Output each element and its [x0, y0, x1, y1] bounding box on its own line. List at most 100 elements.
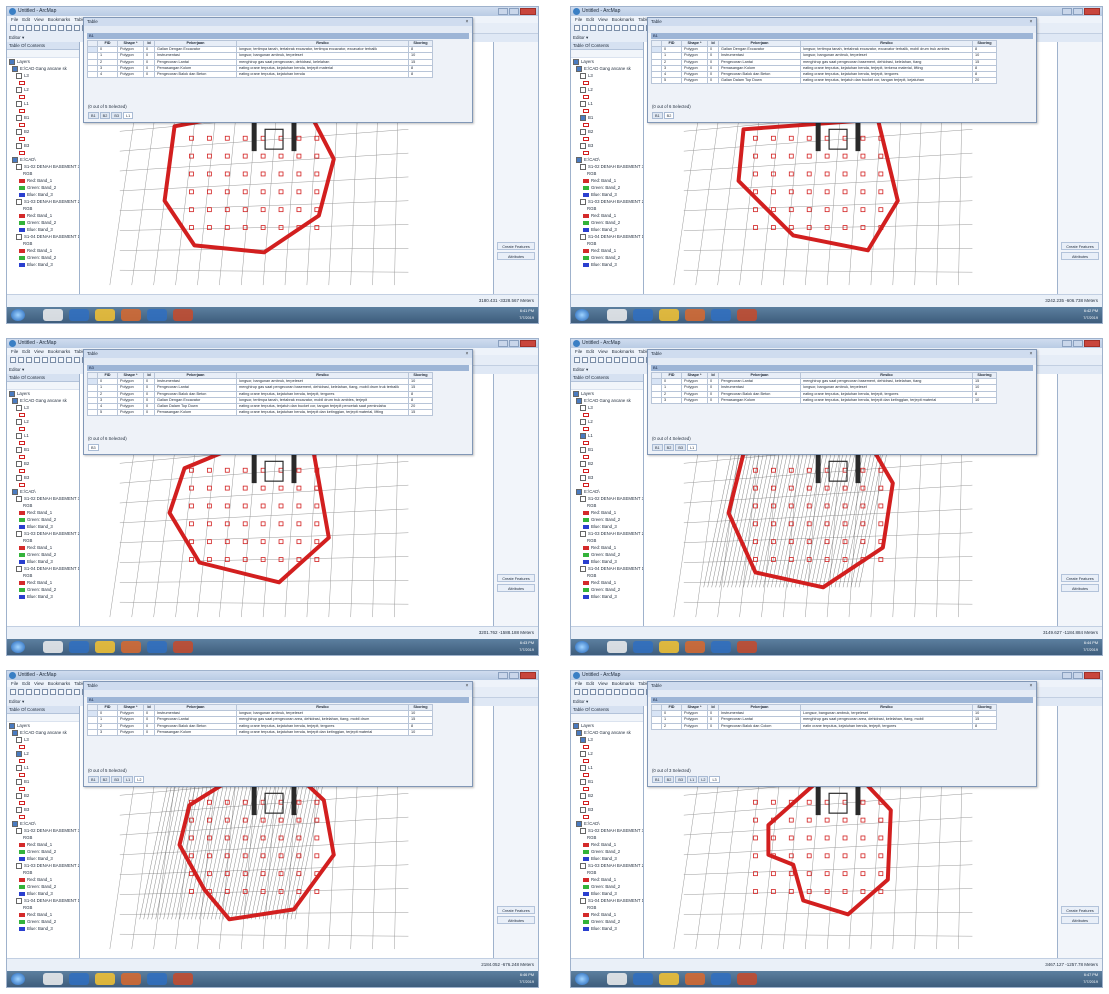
- toc-layer-row[interactable]: S1-03 DENAH BASEMENT 2: [7, 530, 79, 537]
- layer-checkbox[interactable]: [576, 156, 582, 163]
- close-button[interactable]: [1084, 8, 1100, 15]
- ie-icon[interactable]: [659, 973, 679, 985]
- toc-layer-row[interactable]: [7, 425, 79, 432]
- toc-layer-row[interactable]: RGB: [7, 170, 79, 177]
- start-button[interactable]: [575, 641, 589, 653]
- toc-layer-row[interactable]: Red: Band_1: [7, 509, 79, 516]
- chrome-icon[interactable]: [121, 973, 141, 985]
- toolbar-tool-icon[interactable]: [42, 689, 48, 695]
- toc-layer-row[interactable]: RGB: [7, 502, 79, 509]
- toc-layer-row[interactable]: [7, 799, 79, 806]
- minimize-button[interactable]: [1062, 672, 1072, 679]
- toolbar-tool-icon[interactable]: [74, 357, 80, 363]
- toc-layer-row[interactable]: RGB: [571, 904, 643, 911]
- table-row[interactable]: 4 Polygon 0 Pengecoran Balok dan Beton eatin…: [87, 70, 433, 79]
- toc-layer-row[interactable]: Green: Band_2: [7, 184, 79, 191]
- toc-layer-row[interactable]: RGB: [7, 537, 79, 544]
- layer-checkbox[interactable]: [580, 418, 586, 425]
- toolbar-tool-icon[interactable]: [598, 357, 604, 363]
- toc-layer-row[interactable]: Green: Band_2: [571, 254, 643, 261]
- toolbar-tool-icon[interactable]: [582, 357, 588, 363]
- toc-layer-row[interactable]: Blue: Band_3: [7, 593, 79, 600]
- toc-layer-row[interactable]: [571, 799, 643, 806]
- editor-menu[interactable]: Editor ▾: [573, 697, 588, 706]
- toc-layer-row[interactable]: B1: [7, 778, 79, 785]
- toc-layer-row[interactable]: Layers: [571, 722, 643, 729]
- toc-layer-row[interactable]: [7, 121, 79, 128]
- toc-layer-row[interactable]: Red: Band_1: [7, 177, 79, 184]
- toc-layer-row[interactable]: S1-02 DENAH BASEMENT 3: [7, 495, 79, 502]
- toolbar-tool-icon[interactable]: [614, 25, 620, 31]
- editor-menu[interactable]: Editor ▾: [573, 365, 588, 374]
- toc-layer-row[interactable]: RGB: [571, 205, 643, 212]
- layer-checkbox[interactable]: [580, 474, 586, 481]
- toc-layer-row[interactable]: S1-04 DENAH BASEMENT 1: [7, 233, 79, 240]
- layer-checkbox[interactable]: [16, 198, 22, 205]
- firefox-icon[interactable]: [737, 641, 757, 653]
- toc-layer-row[interactable]: Red: Band_1: [7, 579, 79, 586]
- firefox-icon[interactable]: [173, 309, 193, 321]
- attributes-button[interactable]: Attributes: [497, 252, 535, 260]
- maximize-button[interactable]: [1073, 340, 1083, 347]
- toc-layer-row[interactable]: RGB: [7, 869, 79, 876]
- toolbar-tool-icon[interactable]: [638, 357, 644, 363]
- toc-layer-row[interactable]: Green: Band_2: [571, 883, 643, 890]
- toc-layer-row[interactable]: Green: Band_2: [571, 848, 643, 855]
- chrome-icon[interactable]: [121, 641, 141, 653]
- table-tab[interactable]: L1: [686, 776, 698, 783]
- layer-checkbox[interactable]: [580, 142, 586, 149]
- table-tab[interactable]: B2: [663, 776, 675, 783]
- toc-layer-row[interactable]: L2: [7, 418, 79, 425]
- toc-layer-row[interactable]: S1-04 DENAH BASEMENT 1: [7, 897, 79, 904]
- layer-checkbox[interactable]: [576, 488, 582, 495]
- layer-checkbox[interactable]: [16, 778, 22, 785]
- toc-layer-row[interactable]: Blue: Band_3: [7, 890, 79, 897]
- table-tab[interactable]: L2: [134, 776, 145, 783]
- toolbar-tool-icon[interactable]: [638, 689, 644, 695]
- toolbar-tool-icon[interactable]: [574, 357, 580, 363]
- toc-layer-row[interactable]: L1: [571, 432, 643, 439]
- layer-checkbox[interactable]: [16, 114, 22, 121]
- toc-layer-row[interactable]: Red: Band_1: [571, 177, 643, 184]
- media-player-icon[interactable]: [633, 973, 653, 985]
- toc-layer-row[interactable]: RGB: [571, 834, 643, 841]
- menu-item[interactable]: Edit: [22, 348, 30, 355]
- toc-layer-row[interactable]: E:\CAD Gang ancane sk: [7, 397, 79, 404]
- toc-layer-row[interactable]: Red: Band_1: [571, 544, 643, 551]
- toc-layer-row[interactable]: [571, 453, 643, 460]
- table-tab[interactable]: B3: [675, 776, 686, 783]
- toc-layer-row[interactable]: L3: [571, 404, 643, 411]
- toc-layer-row[interactable]: S1-04 DENAH BASEMENT 1: [571, 897, 643, 904]
- system-clock[interactable]: 6:46 PM 7/7/2019: [519, 972, 534, 985]
- maximize-button[interactable]: [509, 672, 519, 679]
- toc-layer-row[interactable]: Blue: Band_3: [7, 855, 79, 862]
- layer-checkbox[interactable]: [16, 460, 22, 467]
- toolbar-tool-icon[interactable]: [18, 357, 24, 363]
- toolbar-tool-icon[interactable]: [58, 25, 64, 31]
- explorer-icon[interactable]: [43, 309, 63, 321]
- toolbar-tool-icon[interactable]: [26, 357, 32, 363]
- toolbar-tool-icon[interactable]: [74, 689, 80, 695]
- toc-layer-row[interactable]: B2: [571, 460, 643, 467]
- toc-layer-row[interactable]: L1: [7, 100, 79, 107]
- toc-layer-row[interactable]: S1-04 DENAH BASEMENT 1: [7, 565, 79, 572]
- toc-layer-row[interactable]: [7, 93, 79, 100]
- toc-layer-row[interactable]: [7, 743, 79, 750]
- toc-layer-row[interactable]: Blue: Band_3: [571, 523, 643, 530]
- attributes-button[interactable]: Attributes: [1061, 252, 1099, 260]
- toc-layer-row[interactable]: RGB: [571, 572, 643, 579]
- layer-checkbox[interactable]: [16, 862, 22, 869]
- toolbar-tool-icon[interactable]: [42, 25, 48, 31]
- start-button[interactable]: [575, 973, 589, 985]
- start-button[interactable]: [11, 641, 25, 653]
- toc-layer-row[interactable]: [7, 453, 79, 460]
- toc-layer-row[interactable]: Green: Band_2: [7, 551, 79, 558]
- layer-checkbox[interactable]: [576, 65, 582, 72]
- toolbar-tool-icon[interactable]: [574, 689, 580, 695]
- layer-checkbox[interactable]: [580, 764, 586, 771]
- toc-layer-row[interactable]: [7, 467, 79, 474]
- close-table-button[interactable]: ×: [464, 683, 470, 689]
- toc-layer-row[interactable]: Red: Band_1: [7, 544, 79, 551]
- layer-checkbox[interactable]: [16, 128, 22, 135]
- toolbar-tool-icon[interactable]: [34, 689, 40, 695]
